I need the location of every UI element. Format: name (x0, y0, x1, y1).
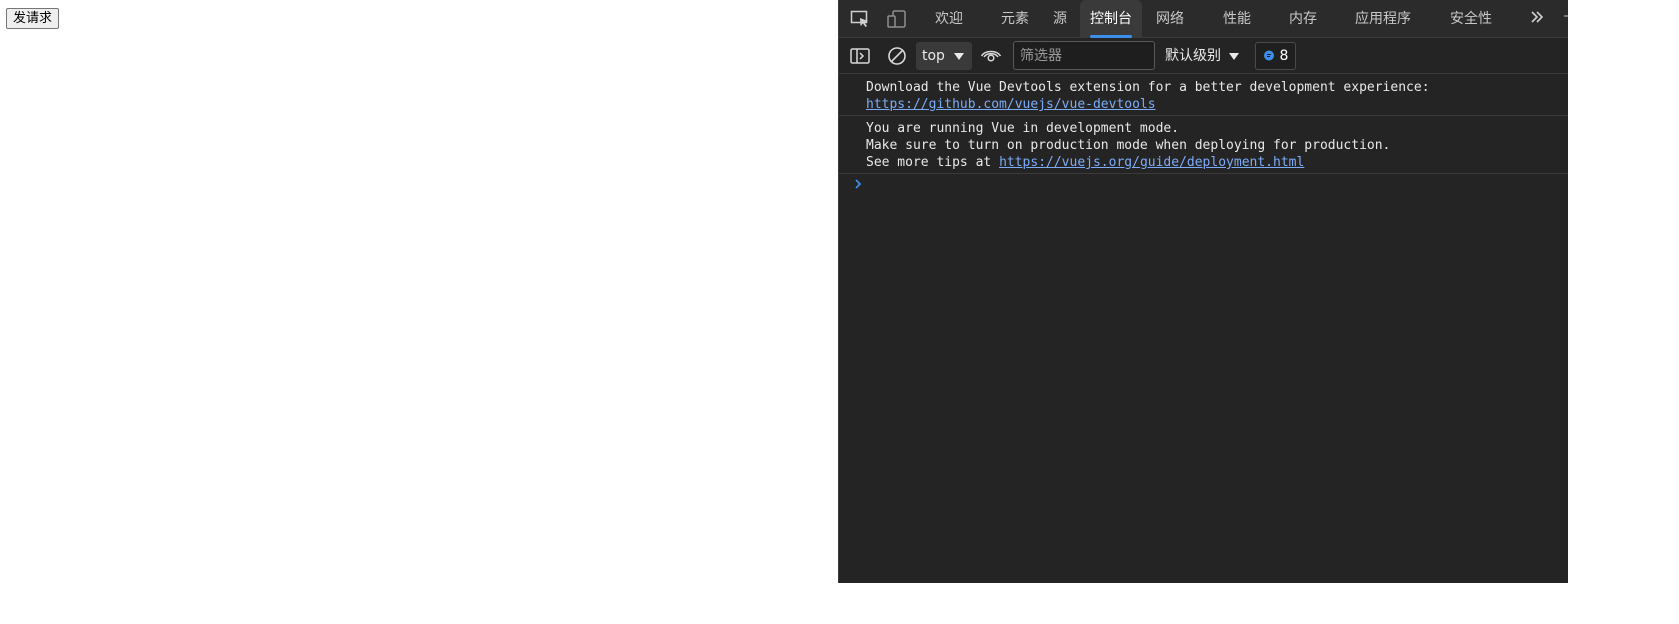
page-viewport: 发请求 (0, 0, 838, 583)
send-request-button[interactable]: 发请求 (6, 8, 60, 29)
add-tool-icon[interactable] (1561, 8, 1568, 28)
chevron-right-icon (855, 179, 862, 189)
tab-application[interactable]: 应用程序 (1355, 0, 1411, 38)
console-message: Download the Vue Devtools extension for … (839, 75, 1568, 116)
tab-memory[interactable]: 内存 (1289, 0, 1317, 38)
console-prompt[interactable] (839, 174, 1568, 196)
console-message: You are running Vue in development mode.… (839, 116, 1568, 174)
filter-input[interactable] (1013, 41, 1155, 70)
issues-count: 8 (1279, 48, 1289, 64)
live-expression-eye-icon[interactable] (980, 46, 1002, 66)
tab-sources[interactable]: 源 (1053, 0, 1067, 38)
log-level-value: 默认级别 (1165, 48, 1221, 64)
chevron-down-icon (954, 53, 964, 60)
clear-console-icon[interactable] (886, 46, 908, 66)
log-level-selector[interactable]: 默认级别 (1165, 42, 1241, 70)
issues-counter[interactable]: 8 (1255, 42, 1296, 70)
tab-security[interactable]: 安全性 (1450, 0, 1492, 38)
tab-performance[interactable]: 性能 (1223, 0, 1251, 38)
vue-deployment-link[interactable]: https://vuejs.org/guide/deployment.html (999, 155, 1304, 170)
tab-network[interactable]: 网络 (1156, 0, 1184, 38)
page: 发请求 欢迎 元素 源 控制台 网络 性能 内存 应用程序 安全性 top 筛选… (0, 0, 1679, 624)
devtools-tab-bar: 欢迎 元素 源 控制台 网络 性能 内存 应用程序 安全性 (839, 0, 1568, 38)
message-text: Download the Vue Devtools extension for … (866, 80, 1430, 95)
context-value: top (922, 48, 945, 64)
vue-devtools-link[interactable]: https://github.com/vuejs/vue-devtools (866, 97, 1156, 112)
console-output: Download the Vue Devtools extension for … (839, 75, 1568, 583)
message-text: You are running Vue in development mode. (866, 121, 1180, 136)
issues-message-icon (1263, 50, 1274, 61)
tab-elements[interactable]: 元素 (1001, 0, 1029, 38)
inspect-element-icon[interactable] (849, 9, 871, 29)
message-text: See more tips at (866, 155, 1000, 170)
device-emulation-icon[interactable] (886, 9, 908, 29)
context-selector[interactable]: top (916, 42, 972, 70)
tab-console[interactable]: 控制台 (1080, 0, 1142, 38)
tab-welcome[interactable]: 欢迎 (935, 0, 963, 38)
message-text: Make sure to turn on production mode whe… (866, 138, 1391, 153)
devtools-panel: 欢迎 元素 源 控制台 网络 性能 内存 应用程序 安全性 top 筛选器 默认… (838, 0, 1568, 583)
console-toolbar: top 默认级别 8 (839, 38, 1568, 74)
chevron-down-icon (1229, 53, 1239, 60)
more-tabs-icon[interactable] (1529, 9, 1547, 29)
sidebar-toggle-icon[interactable] (849, 46, 871, 66)
